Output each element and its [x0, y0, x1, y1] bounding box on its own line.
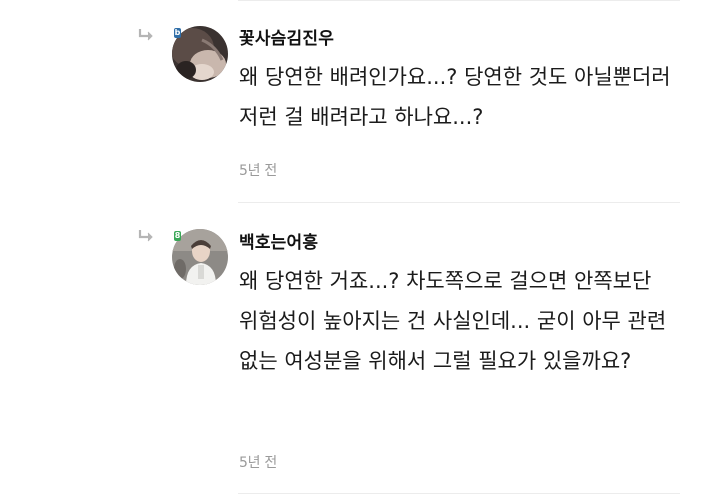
- level-badge-icon: 8: [174, 231, 181, 241]
- comment-divider: [238, 493, 680, 494]
- level-badge-icon: b: [174, 28, 181, 38]
- avatar[interactable]: b: [172, 26, 228, 82]
- comment-username[interactable]: 꽃사슴김진우: [239, 24, 334, 49]
- comment-time: 5년 전: [239, 455, 277, 471]
- comment-username[interactable]: 백호는어흥: [239, 228, 318, 253]
- avatar[interactable]: 8: [172, 229, 228, 285]
- comment-text: 왜 당연한 배려인가요...? 당연한 것도 아닐뿐더러 저런 걸 배려라고 하…: [239, 65, 671, 129]
- top-divider: [238, 0, 680, 1]
- comment-divider: [238, 202, 680, 203]
- comment-time: 5년 전: [239, 163, 277, 179]
- reply-arrow-icon: [138, 230, 153, 242]
- reply-arrow-icon: [138, 29, 153, 41]
- comment-text: 왜 당연한 거죠...? 차도쪽으로 걸으면 안쪽보단 위험성이 높아지는 건 …: [239, 269, 667, 373]
